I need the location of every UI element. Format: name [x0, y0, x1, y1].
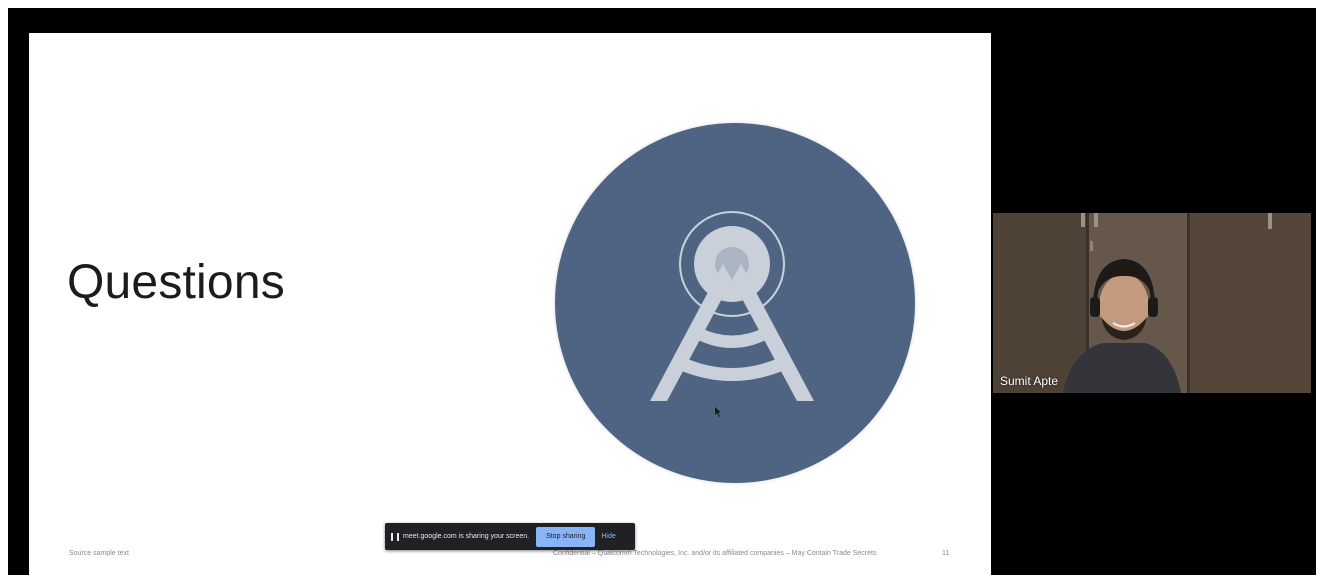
share-message: meet.google.com is sharing your screen.: [403, 533, 530, 540]
slide-confidential-text: Confidential – Qualcomm Technologies, In…: [553, 550, 877, 557]
slide-page-number: 11: [942, 550, 950, 557]
tower-graphic: [555, 123, 915, 483]
radio-tower-icon: [650, 211, 814, 401]
participant-name-label: Sumit Apte: [1000, 374, 1059, 388]
participant-video-feed: [993, 213, 1311, 393]
mouse-cursor-icon: [715, 407, 721, 417]
shared-screen-frame: Questions Source sample text Confidentia…: [8, 8, 1316, 575]
participant-video-tile[interactable]: Sumit Apte: [993, 213, 1311, 393]
stop-sharing-button[interactable]: Stop sharing: [536, 526, 596, 547]
hide-button[interactable]: Hide: [601, 533, 615, 540]
slide-title: Questions: [67, 256, 285, 309]
presentation-slide: Questions Source sample text Confidentia…: [29, 33, 991, 575]
slide-source-text: Source sample text: [69, 550, 129, 557]
drag-handle-icon[interactable]: [391, 532, 399, 541]
screen-share-notification-bar: meet.google.com is sharing your screen. …: [385, 523, 635, 550]
